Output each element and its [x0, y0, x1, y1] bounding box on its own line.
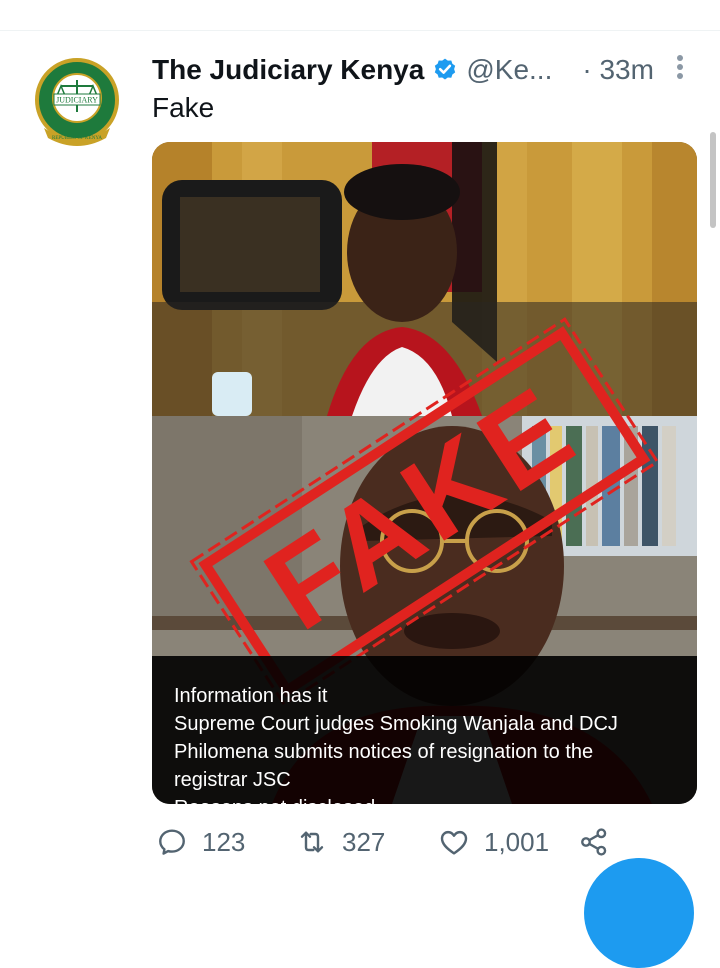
like-icon: [440, 830, 468, 855]
compose-tweet-button[interactable]: [584, 858, 694, 968]
caption-line: registrar JSC: [174, 769, 291, 791]
logo-bottom-text: REPUBLIC OF KENYA: [52, 136, 102, 141]
caption-line: Supreme Court judges Smoking Wanjala and…: [174, 713, 618, 735]
scrollbar[interactable]: [710, 132, 716, 228]
tweet-media-image[interactable]: FAKE Information has it Supreme Court ju…: [152, 142, 697, 804]
tweet-header: The Judiciary Kenya @Ke... · 33m: [152, 52, 654, 88]
judiciary-logo-avatar[interactable]: JUDICIARY REPUBLIC OF KENYA: [28, 54, 126, 152]
tweet-actions-bar: 123 327 1,001: [156, 826, 626, 862]
tweet-time[interactable]: · 33m: [582, 54, 654, 86]
like-button[interactable]: 1,001: [438, 826, 549, 858]
logo-top-text: JUDICIARY: [56, 96, 98, 105]
top-divider: [0, 0, 720, 31]
like-count: 1,001: [484, 826, 550, 857]
caption-line: Reasons not disclosed.: [174, 794, 697, 804]
verified-badge-icon: [435, 58, 456, 80]
share-icon: [581, 828, 607, 856]
judge-photo-top: [152, 142, 697, 416]
author-handle[interactable]: @Ke...: [466, 54, 552, 86]
reply-icon: [159, 829, 185, 855]
media-caption: Information has it Supreme Court judges …: [152, 656, 697, 804]
share-button[interactable]: [578, 826, 610, 858]
retweet-count: 327: [342, 826, 386, 857]
retweet-icon: [300, 831, 324, 853]
reply-count: 123: [202, 826, 246, 857]
caption-line: Information has it: [174, 685, 328, 707]
retweet-button[interactable]: 327: [296, 826, 385, 858]
reply-button[interactable]: 123: [156, 826, 245, 858]
caption-line: Philomena submits notices of resignation…: [174, 741, 594, 763]
tweet-text: Fake: [152, 92, 215, 123]
more-options-icon[interactable]: [674, 54, 686, 82]
author-name[interactable]: The Judiciary Kenya: [152, 54, 424, 86]
